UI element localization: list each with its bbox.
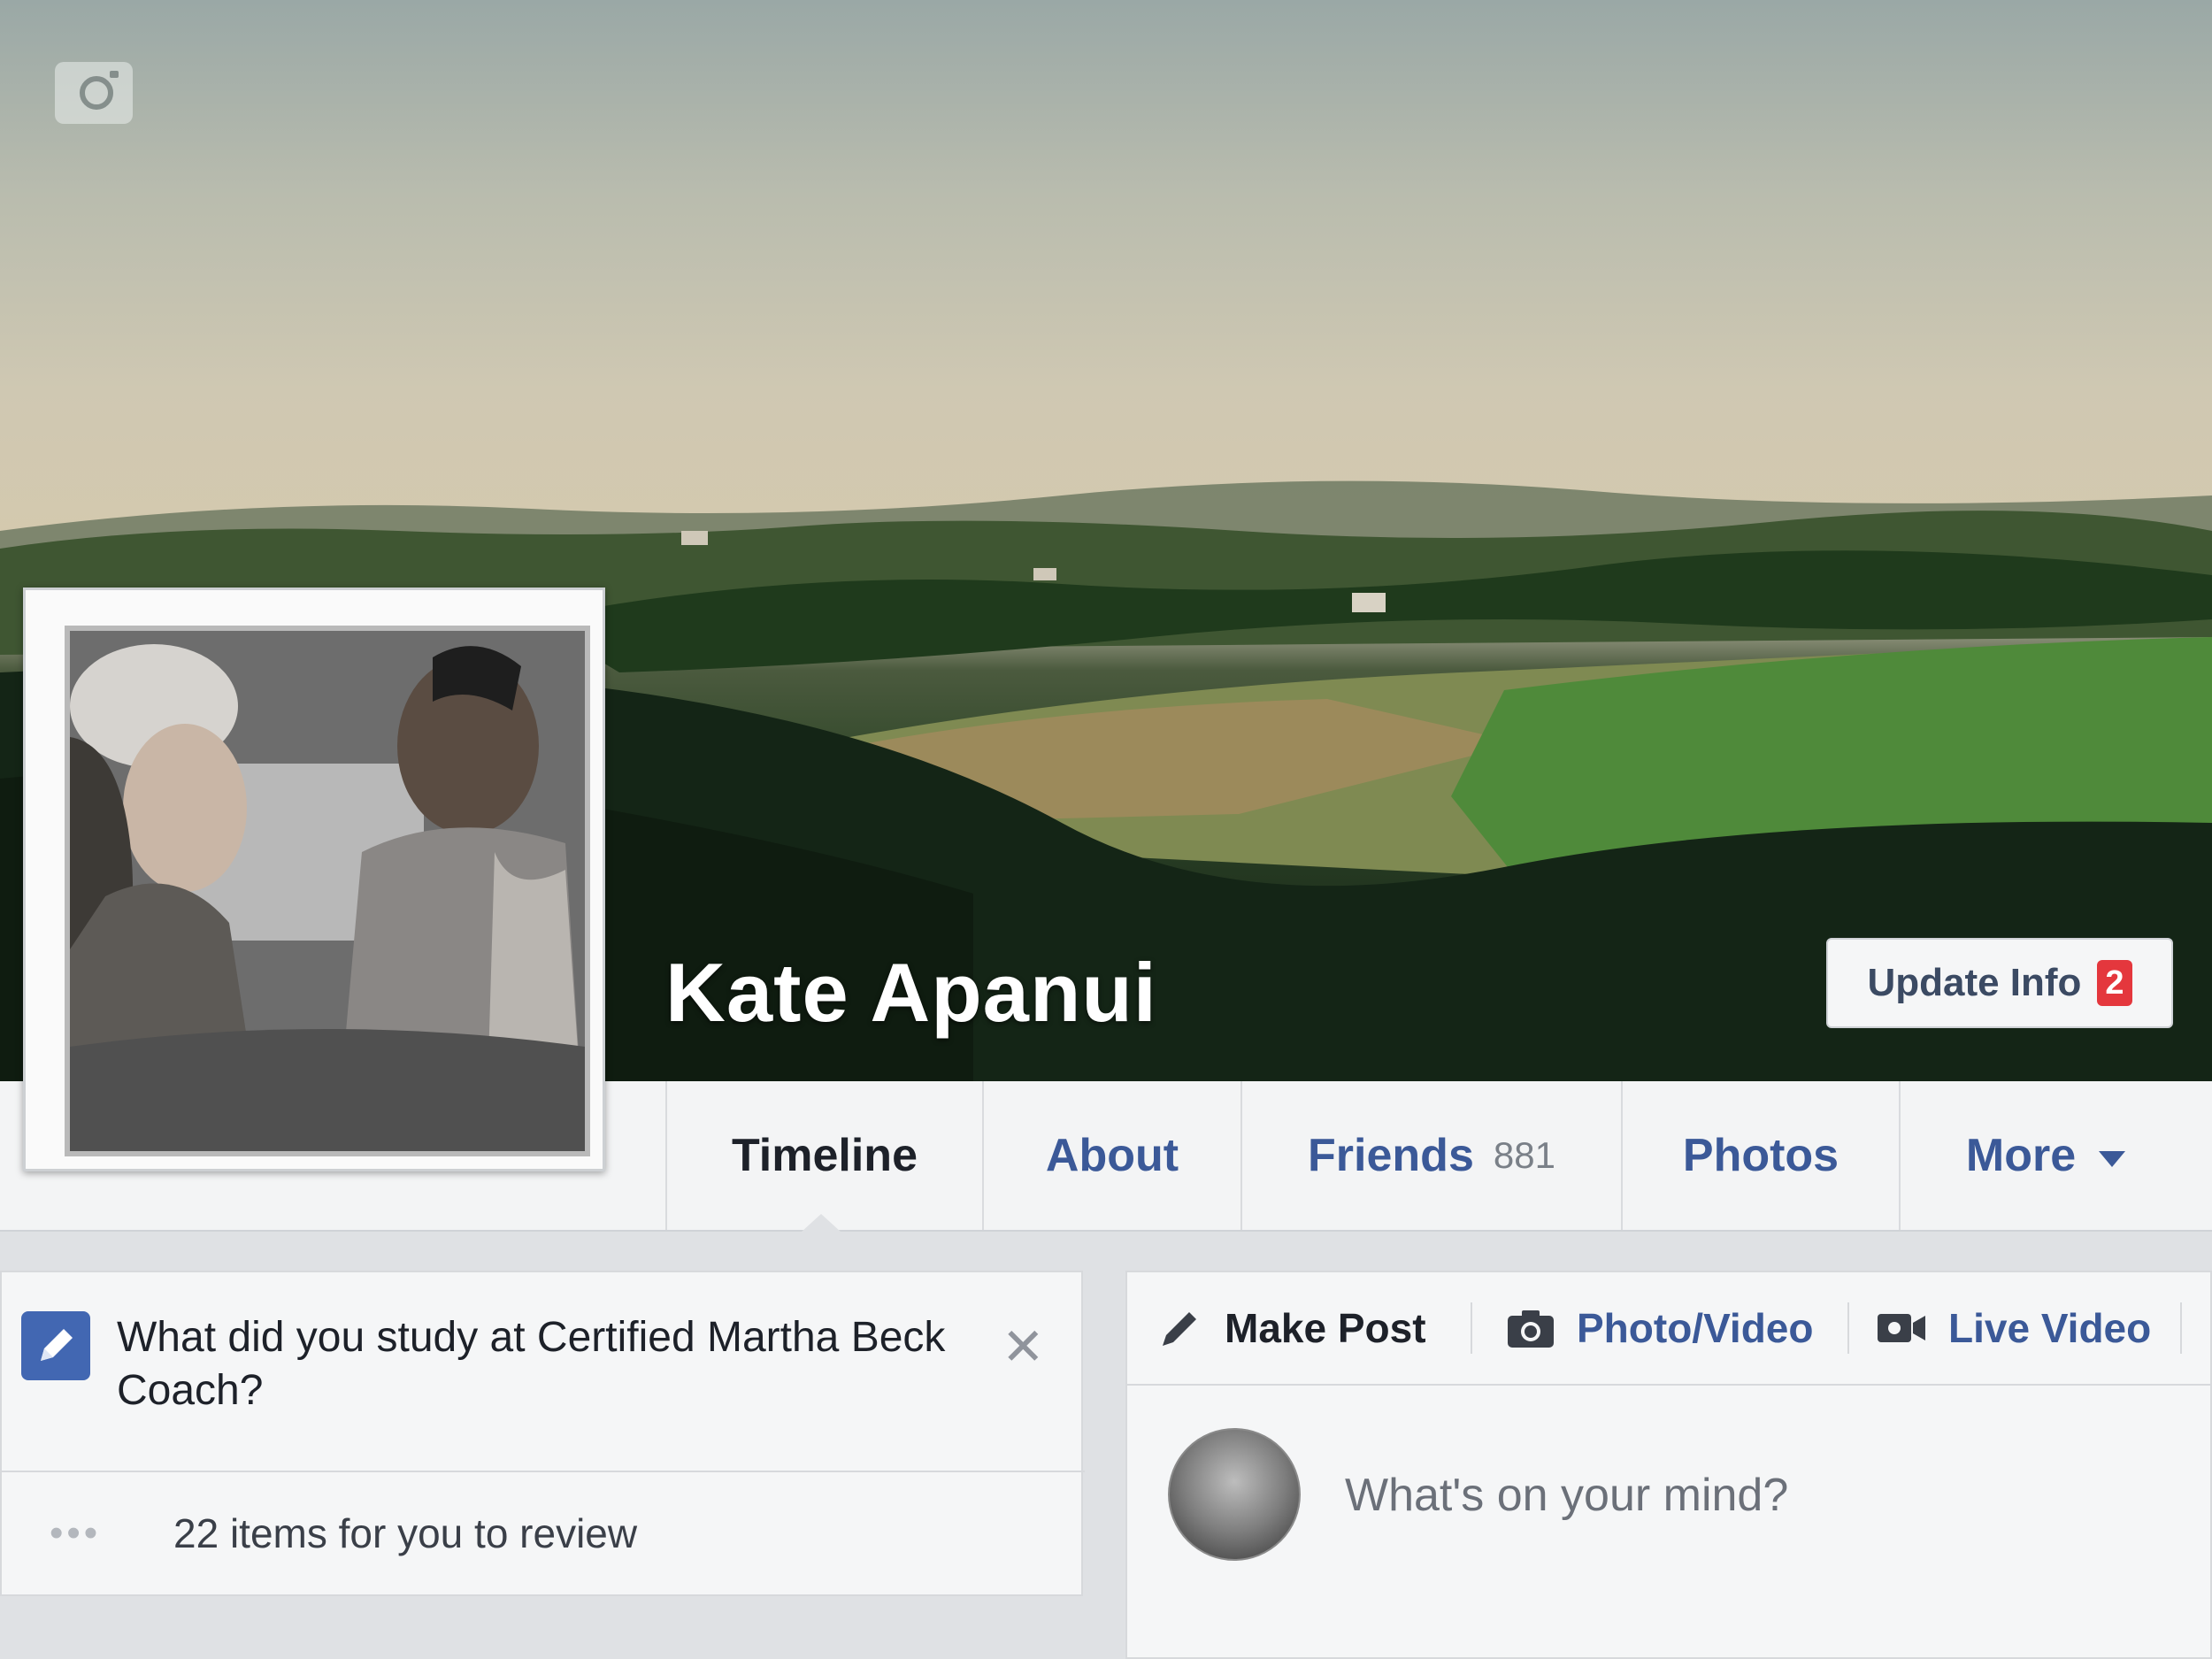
- chevron-down-icon: [2099, 1151, 2126, 1167]
- profile-question[interactable]: What did you study at Certified Martha B…: [117, 1311, 966, 1417]
- more-dots-icon: •••: [50, 1511, 102, 1555]
- tab-separator: [1471, 1302, 1472, 1354]
- tab-separator: [1847, 1302, 1849, 1354]
- status-input[interactable]: What's on your mind?: [1345, 1469, 1788, 1522]
- composer-avatar: [1168, 1428, 1301, 1561]
- profile-name[interactable]: Kate Apanui: [665, 945, 1157, 1041]
- pencil-icon: [1163, 1312, 1196, 1346]
- tab-more-label: More: [1965, 1130, 2077, 1181]
- make-post-tab[interactable]: Make Post: [1157, 1272, 1426, 1384]
- tab-photos[interactable]: Photos: [1621, 1081, 1899, 1230]
- tab-timeline-label: Timeline: [731, 1130, 918, 1181]
- tab-about[interactable]: About: [982, 1081, 1240, 1230]
- card-divider: [2, 1471, 1085, 1472]
- photo-video-label: Photo/Video: [1577, 1305, 1814, 1351]
- tab-friends[interactable]: Friends 881: [1240, 1081, 1621, 1230]
- profile-photo: [65, 626, 590, 1156]
- photo-video-tab[interactable]: Photo/Video: [1506, 1272, 1814, 1384]
- active-tab-caret: [802, 1214, 841, 1232]
- post-composer: Make Post Photo/Video Live Video What's …: [1125, 1271, 2212, 1659]
- make-post-label: Make Post: [1225, 1305, 1426, 1351]
- pencil-icon: [41, 1329, 73, 1361]
- update-info-label: Update Info: [1867, 961, 2082, 1004]
- composer-tabs: Make Post Photo/Video Live Video: [1127, 1272, 2212, 1386]
- video-camera-icon: [1878, 1314, 1925, 1342]
- review-items-link[interactable]: 22 items for you to review: [173, 1509, 637, 1557]
- edit-pencil-icon[interactable]: [21, 1311, 90, 1380]
- live-video-label: Live Video: [1948, 1305, 2152, 1351]
- camera-icon: [1508, 1310, 1554, 1348]
- profile-photo-art: [70, 631, 585, 1151]
- tab-about-label: About: [1045, 1130, 1179, 1181]
- cover-camera-icon[interactable]: [55, 62, 133, 124]
- tab-photos-label: Photos: [1682, 1130, 1839, 1181]
- update-info-button[interactable]: Update Info 2: [1826, 938, 2173, 1028]
- friends-count: 881: [1493, 1134, 1555, 1176]
- close-icon[interactable]: ✕: [1002, 1317, 1045, 1377]
- profile-picture[interactable]: [23, 588, 605, 1171]
- live-video-tab[interactable]: Live Video: [1876, 1272, 2151, 1384]
- tab-more[interactable]: More: [1899, 1081, 2191, 1230]
- tab-friends-label: Friends: [1308, 1130, 1474, 1181]
- tab-separator: [2180, 1302, 2182, 1354]
- profile-question-card: What did you study at Certified Martha B…: [0, 1271, 1085, 1596]
- notification-badge: 2: [2097, 960, 2132, 1006]
- tab-timeline[interactable]: Timeline: [665, 1081, 982, 1230]
